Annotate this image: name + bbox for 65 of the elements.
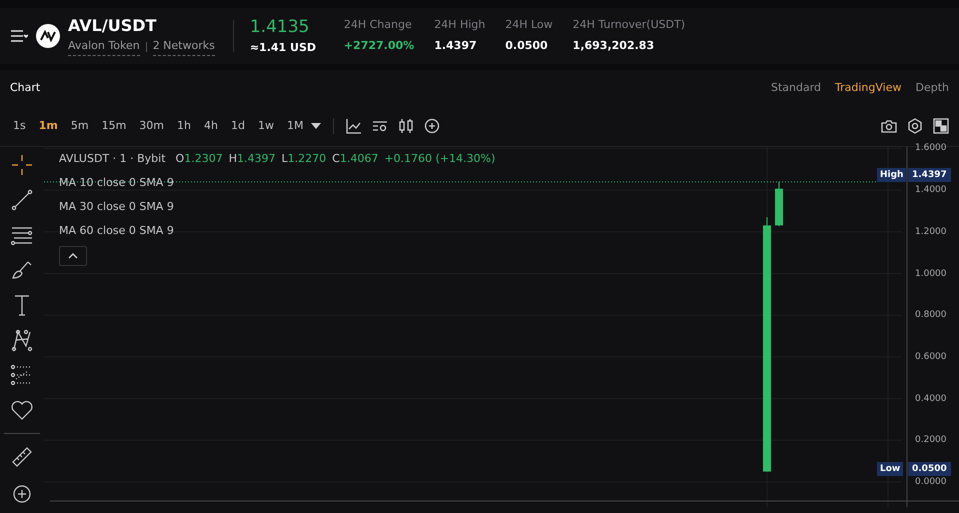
stat-value: 0.0500 xyxy=(505,38,549,54)
price-axis-label: 0.8000 xyxy=(915,310,946,320)
ohlc-value: O1.2307 xyxy=(176,151,223,167)
price-usd: ≈1.41 USD xyxy=(250,40,318,56)
marker-price-tag: 0.0500 xyxy=(908,462,951,476)
ohlc-value: C1.4067 xyxy=(332,151,378,167)
price-axis-label: 1.0000 xyxy=(915,268,946,278)
indicator-legend: MA 60 close 0 SMA 9 xyxy=(59,222,496,240)
trend-line-icon[interactable] xyxy=(10,188,34,212)
interval-tab[interactable]: 1s xyxy=(8,116,31,136)
price-axis-label: 1.4000 xyxy=(915,185,946,196)
interval-tab[interactable]: 1m xyxy=(34,116,63,136)
interval-tab[interactable]: 15m xyxy=(96,116,132,136)
menu-icon[interactable] xyxy=(10,29,28,43)
stat-label: 24H Change xyxy=(344,17,413,34)
token-logo-icon xyxy=(36,24,60,48)
indicator-legend: MA 30 close 0 SMA 9 xyxy=(59,198,496,216)
line-chart-icon[interactable] xyxy=(346,118,362,134)
crosshair-icon[interactable] xyxy=(10,153,34,177)
price-axis-label: 1.2000 xyxy=(915,226,946,237)
interval-tab[interactable]: 1d xyxy=(226,116,250,136)
view-tab[interactable]: TradingView xyxy=(835,80,902,96)
marker-price-tag: 1.4397 xyxy=(908,168,951,182)
collapse-legend-button[interactable] xyxy=(59,246,87,266)
interval-tab[interactable]: 5m xyxy=(66,116,94,136)
settings-icon[interactable] xyxy=(907,118,923,134)
price-axis-label: 0.0000 xyxy=(915,477,946,487)
marker-label: Low xyxy=(877,462,904,476)
ohlc-value: L1.2270 xyxy=(282,151,326,167)
stat-value: 1.4397 xyxy=(434,38,478,54)
stat-label: 24H Low xyxy=(505,17,553,34)
marker-label: High xyxy=(877,168,906,182)
indicator-legend: MA 10 close 0 SMA 9 xyxy=(59,174,496,192)
ohlc-value: H1.4397 xyxy=(228,151,276,167)
price-axis-label: 1.6000 xyxy=(915,143,946,154)
stat-value: +2727.00% xyxy=(344,38,414,54)
camera-icon[interactable] xyxy=(881,118,897,134)
heart-icon[interactable] xyxy=(10,398,34,422)
add-circle-icon[interactable] xyxy=(424,118,440,134)
networks-link[interactable]: 2 Networks xyxy=(152,38,215,56)
pattern-icon[interactable] xyxy=(10,328,34,352)
view-tab[interactable]: Standard xyxy=(770,80,822,96)
view-tab[interactable]: Depth xyxy=(915,80,949,96)
pair-title: AVL/USDT xyxy=(68,16,158,36)
token-name-link[interactable]: Avalon Token xyxy=(68,38,140,56)
price-axis-label: 0.6000 xyxy=(915,352,946,362)
dropdown-caret-icon[interactable] xyxy=(311,122,322,130)
last-price: 1.4135 xyxy=(250,16,310,38)
symbol-legend: AVLUSDT · 1 · Bybit xyxy=(59,151,166,168)
interval-tab[interactable]: 1h xyxy=(172,116,196,136)
interval-tab[interactable]: 4h xyxy=(199,116,223,136)
change-value: +0.1760 (+14.30%) xyxy=(384,151,496,167)
interval-tab[interactable]: 1M xyxy=(282,116,308,136)
candlestick-icon[interactable] xyxy=(398,118,414,134)
interval-tab[interactable]: 30m xyxy=(134,116,170,136)
ruler-icon[interactable] xyxy=(10,445,34,469)
stat-label: 24H Turnover(USDT) xyxy=(572,17,686,34)
price-axis-label: 0.4000 xyxy=(915,394,946,404)
panel-title: Chart xyxy=(10,80,40,96)
fullscreen-icon[interactable] xyxy=(933,118,949,134)
chevron-up-icon xyxy=(68,252,78,258)
stat-label: 24H High xyxy=(434,17,486,34)
stat-value: 1,693,202.83 xyxy=(572,38,656,54)
price-axis-label: 0.2000 xyxy=(915,435,946,446)
interval-tab[interactable]: 1w xyxy=(252,116,279,136)
